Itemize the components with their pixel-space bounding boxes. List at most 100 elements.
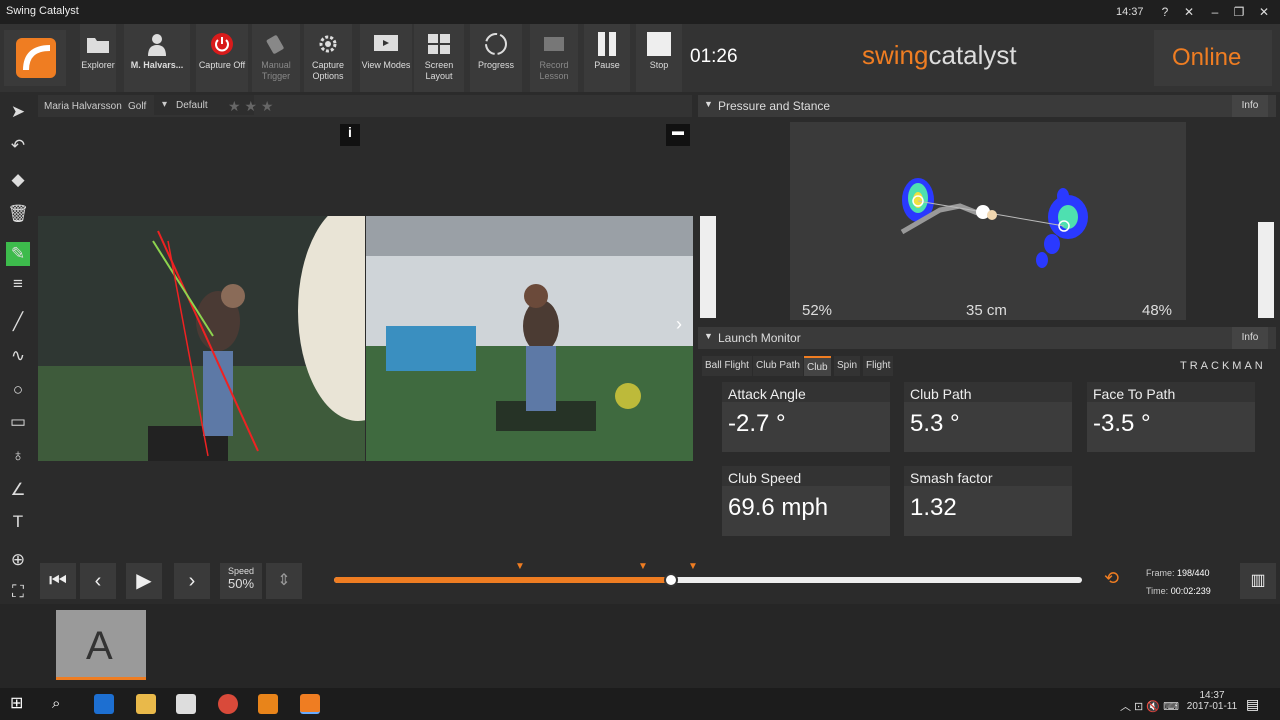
capture-options-button[interactable]: Capture Options xyxy=(304,24,352,92)
previous-frame-icon[interactable]: ‹ xyxy=(80,563,116,599)
help-button[interactable]: ? xyxy=(1156,3,1174,21)
body-tool-icon[interactable]: ♁ xyxy=(6,444,30,468)
right-pressure-percent: 48% xyxy=(1142,302,1173,319)
capture-button[interactable]: Capture Off xyxy=(196,24,248,92)
eraser-icon[interactable]: ◆ xyxy=(6,168,30,192)
explorer-button[interactable]: Explorer xyxy=(80,24,116,92)
tray-icons[interactable]: ︿ ⊡ 🔇 ⌨ xyxy=(1120,698,1179,714)
timeline-track[interactable] xyxy=(334,577,1082,583)
video-left-view[interactable] xyxy=(38,216,365,461)
launch-info-button[interactable]: Info xyxy=(1232,327,1268,349)
camera-icon[interactable]: ▬ xyxy=(666,124,690,146)
tps-app-icon[interactable] xyxy=(258,694,278,714)
speed-label: Speed xyxy=(227,566,255,576)
view-modes-label: View Modes xyxy=(361,60,411,70)
skip-start-icon[interactable]: ⏮ xyxy=(40,563,76,599)
tab-ball-flight[interactable]: Ball Flight xyxy=(702,356,752,376)
view-modes-button[interactable]: View Modes xyxy=(360,24,412,92)
metric-attack-angle: Attack Angle -2.7 ° xyxy=(722,382,890,452)
launch-monitor-header[interactable]: ▼ Launch Monitor Info xyxy=(698,327,1276,349)
user-button[interactable]: M. Halvars... xyxy=(124,24,190,92)
file-explorer-icon[interactable] xyxy=(136,694,156,714)
rectangle-icon[interactable]: ▭ xyxy=(6,410,30,434)
text-icon[interactable]: T xyxy=(6,510,30,534)
drawing-tools: ➤ ↶ ◆ 🗑 ✎ ≡ ╱ ∿ ○ ▭ ♁ ∠ T ⊕ ⛶ xyxy=(0,92,36,606)
swing-thumbnail[interactable]: A xyxy=(56,610,146,680)
info-icon[interactable]: i xyxy=(340,124,360,146)
stop-button[interactable]: Stop xyxy=(636,24,682,92)
pressure-info-button[interactable]: Info xyxy=(1232,95,1268,117)
pressure-map xyxy=(900,178,1088,268)
collapse-icon[interactable]: ▼ xyxy=(704,99,713,109)
progress-button[interactable]: Progress xyxy=(470,24,522,92)
time-readout: Time: 00:02:239 xyxy=(1146,586,1211,596)
app-menu-button[interactable] xyxy=(4,30,66,86)
online-button[interactable]: Online xyxy=(1154,30,1272,86)
screen-layout-button[interactable]: Screen Layout xyxy=(414,24,464,92)
maximize-button[interactable]: ❐ xyxy=(1230,3,1248,21)
store-icon[interactable] xyxy=(176,694,196,714)
tab-club[interactable]: Club xyxy=(804,356,831,376)
progress-icon xyxy=(485,33,507,55)
speed-value: 50% xyxy=(227,576,255,591)
swingcatalyst-taskbar-icon[interactable] xyxy=(300,694,320,714)
search-icon[interactable]: ⌕ xyxy=(52,694,72,714)
line-tool-icon[interactable]: ╱ xyxy=(6,310,30,334)
loop-icon[interactable]: ⟲ xyxy=(1104,568,1119,589)
tab-spin[interactable]: Spin xyxy=(834,356,861,376)
video-right-view[interactable]: › xyxy=(366,216,693,461)
circle-icon[interactable]: ○ xyxy=(6,378,30,402)
brand-catalyst: catalyst xyxy=(928,40,1017,70)
left-pressure-percent: 52% xyxy=(802,302,833,319)
color-picker-icon[interactable]: ✎ xyxy=(6,242,30,266)
monitor-icon xyxy=(374,35,398,51)
time-label: Time: xyxy=(1146,586,1169,596)
range-icon[interactable]: ⇕ xyxy=(266,563,302,599)
detach-button[interactable]: ✕ xyxy=(1180,3,1198,21)
tab-club-path[interactable]: Club Path xyxy=(753,356,803,376)
next-view-icon[interactable]: › xyxy=(676,314,682,335)
manual-trigger-button[interactable]: Manual Trigger xyxy=(252,24,300,92)
marker-icon[interactable]: ▼ xyxy=(515,561,525,572)
record-lesson-label: Record Lesson xyxy=(539,60,569,81)
notification-icon[interactable]: ▤ xyxy=(1246,694,1266,714)
edge-icon[interactable] xyxy=(94,694,114,714)
sport-label: Golf xyxy=(128,101,147,112)
next-frame-icon[interactable]: › xyxy=(174,563,210,599)
chrome-icon[interactable] xyxy=(218,694,238,714)
pressure-header[interactable]: ▼ Pressure and Stance Info xyxy=(698,95,1276,117)
fit-icon[interactable]: ⛶ xyxy=(6,580,30,604)
frame-readout: Frame: 198/440 xyxy=(1146,568,1210,578)
taskbar-clock[interactable]: 14:37 2017-01-11 xyxy=(1186,690,1238,712)
pause-button[interactable]: Pause xyxy=(584,24,630,92)
zoom-icon[interactable]: ⊕ xyxy=(6,548,30,572)
close-button[interactable]: ✕ xyxy=(1255,3,1273,21)
pause-icon xyxy=(598,32,616,56)
metric-label: Smash factor xyxy=(910,470,993,486)
record-lesson-button[interactable]: Record Lesson xyxy=(530,24,578,92)
line-width-icon[interactable]: ≡ xyxy=(6,272,30,296)
timeline-handle[interactable] xyxy=(663,573,678,587)
play-icon[interactable]: ▶ xyxy=(126,563,162,599)
stop-label: Stop xyxy=(649,60,669,70)
golfer-left-image xyxy=(38,216,365,461)
marker-icon[interactable]: ▼ xyxy=(688,561,698,572)
pointer-icon[interactable]: ➤ xyxy=(6,100,30,124)
video-header: Maria Halvarsson Golf Default ▾ ★ ★ ★ xyxy=(38,95,692,117)
rating-stars[interactable]: ★ ★ ★ xyxy=(228,98,273,115)
collapse-icon[interactable]: ▼ xyxy=(704,331,713,341)
marker-icon[interactable]: ▼ xyxy=(638,561,648,572)
trash-icon[interactable]: 🗑 xyxy=(6,202,30,226)
windows-start-icon[interactable]: ⊞ xyxy=(10,694,30,714)
tab-flight[interactable]: Flight xyxy=(863,356,894,376)
metric-value: 1.32 xyxy=(910,494,957,521)
minimize-button[interactable]: – xyxy=(1206,3,1224,21)
library-icon[interactable]: ▥ xyxy=(1240,563,1276,599)
metric-value: 69.6 mph xyxy=(728,494,829,521)
undo-icon[interactable]: ↶ xyxy=(6,134,30,158)
speed-control[interactable]: Speed 50% xyxy=(220,563,262,599)
angle-icon[interactable]: ∠ xyxy=(6,478,30,502)
title-clock: 14:37 xyxy=(1116,6,1144,18)
freehand-icon[interactable]: ∿ xyxy=(6,344,30,368)
launch-tabs: Ball Flight Club Path Club Spin Flight xyxy=(698,356,1098,376)
